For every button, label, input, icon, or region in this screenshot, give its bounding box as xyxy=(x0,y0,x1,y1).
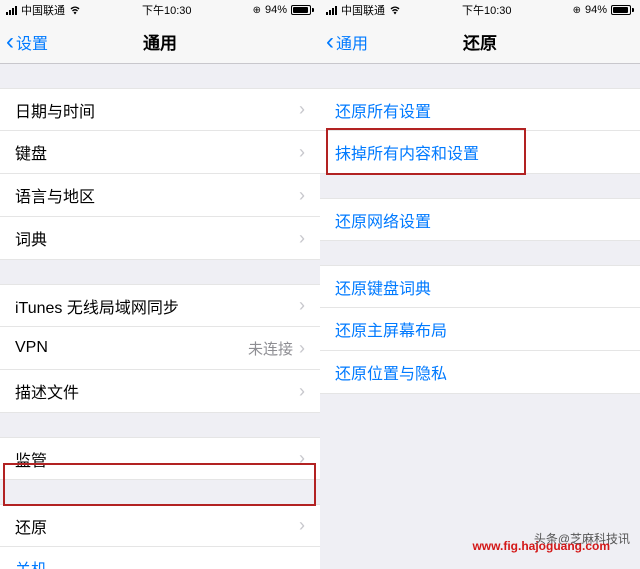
back-label: 通用 xyxy=(336,30,368,54)
wifi-icon xyxy=(389,5,401,15)
cell-dictionary[interactable]: 词典 › xyxy=(0,217,320,260)
cell-regulatory[interactable]: 监管 › xyxy=(0,437,320,480)
screen-reset: 中国联通 下午10:30 ⊕ 94% ‹ 通用 还原 还原所有设置 抹掉所有内容… xyxy=(320,0,640,569)
cell-label: 语言与地区 xyxy=(15,183,95,207)
cell-keyboard[interactable]: 键盘 › xyxy=(0,131,320,174)
cell-label: 日期与时间 xyxy=(15,98,95,122)
carrier-label: 中国联通 xyxy=(21,2,65,18)
cell-language-region[interactable]: 语言与地区 › xyxy=(0,174,320,217)
chevron-right-icon: › xyxy=(299,338,305,359)
battery-percent: 94% xyxy=(585,4,607,16)
chevron-left-icon: ‹ xyxy=(326,30,334,54)
cell-label: 描述文件 xyxy=(15,379,79,403)
cell-label: 关机 xyxy=(15,556,47,569)
cell-reset-home-layout[interactable]: 还原主屏幕布局 xyxy=(320,308,640,351)
chevron-right-icon: › xyxy=(299,99,305,120)
cell-label: 键盘 xyxy=(15,140,47,164)
signal-icon xyxy=(6,5,17,15)
chevron-right-icon: › xyxy=(299,515,305,536)
cell-label: 监管 xyxy=(15,447,47,471)
cell-label: VPN xyxy=(15,339,48,357)
nav-bar: ‹ 通用 还原 xyxy=(320,20,640,64)
signal-icon xyxy=(326,5,337,15)
chevron-right-icon: › xyxy=(299,448,305,469)
cell-label: 词典 xyxy=(15,226,47,250)
cell-label: 还原网络设置 xyxy=(335,208,431,232)
cell-shutdown[interactable]: 关机 › xyxy=(0,547,320,569)
cell-label: iTunes 无线局域网同步 xyxy=(15,294,179,318)
battery-percent: 94% xyxy=(265,4,287,16)
orientation-lock-icon: ⊕ xyxy=(573,5,581,16)
cell-label: 还原键盘词典 xyxy=(335,275,431,299)
cell-label: 还原 xyxy=(15,514,47,538)
status-bar: 中国联通 下午10:30 ⊕ 94% xyxy=(320,0,640,20)
content: 日期与时间 › 键盘 › 语言与地区 › 词典 › iTunes 无线局域网同步… xyxy=(0,64,320,569)
back-button[interactable]: ‹ 设置 xyxy=(0,30,48,54)
nav-bar: ‹ 设置 通用 xyxy=(0,20,320,64)
cell-itunes-wifi-sync[interactable]: iTunes 无线局域网同步 › xyxy=(0,284,320,327)
battery-icon xyxy=(291,5,314,15)
cell-label: 抹掉所有内容和设置 xyxy=(335,140,479,164)
screen-general: 中国联通 下午10:30 ⊕ 94% ‹ 设置 通用 日期与时间 › 键盘 › xyxy=(0,0,320,569)
cell-reset-network[interactable]: 还原网络设置 xyxy=(320,198,640,241)
cell-reset-all-settings[interactable]: 还原所有设置 xyxy=(320,88,640,131)
wifi-icon xyxy=(69,5,81,15)
chevron-right-icon: › xyxy=(299,295,305,316)
back-button[interactable]: ‹ 通用 xyxy=(320,30,368,54)
orientation-lock-icon: ⊕ xyxy=(253,5,261,16)
chevron-right-icon: › xyxy=(299,185,305,206)
carrier-label: 中国联通 xyxy=(341,2,385,18)
watermark-url: www.fig.hajoguang.com xyxy=(472,539,610,553)
chevron-right-icon: › xyxy=(299,381,305,402)
cell-profiles[interactable]: 描述文件 › xyxy=(0,370,320,413)
chevron-right-icon: › xyxy=(299,142,305,163)
status-time: 下午10:30 xyxy=(142,2,192,18)
battery-icon xyxy=(611,5,634,15)
chevron-right-icon: › xyxy=(299,228,305,249)
status-time: 下午10:30 xyxy=(462,2,512,18)
status-bar: 中国联通 下午10:30 ⊕ 94% xyxy=(0,0,320,20)
cell-reset[interactable]: 还原 › xyxy=(0,504,320,547)
cell-erase-all-content[interactable]: 抹掉所有内容和设置 xyxy=(320,131,640,174)
cell-detail: 未连接 xyxy=(248,338,293,359)
cell-label: 还原位置与隐私 xyxy=(335,360,447,384)
cell-label: 还原主屏幕布局 xyxy=(335,317,447,341)
chevron-left-icon: ‹ xyxy=(6,30,14,54)
back-label: 设置 xyxy=(16,30,48,54)
cell-label: 还原所有设置 xyxy=(335,98,431,122)
content: 还原所有设置 抹掉所有内容和设置 还原网络设置 还原键盘词典 还原主屏幕布局 还… xyxy=(320,64,640,394)
cell-date-time[interactable]: 日期与时间 › xyxy=(0,88,320,131)
cell-reset-location-privacy[interactable]: 还原位置与隐私 xyxy=(320,351,640,394)
cell-vpn[interactable]: VPN 未连接 › xyxy=(0,327,320,370)
cell-reset-keyboard-dict[interactable]: 还原键盘词典 xyxy=(320,265,640,308)
